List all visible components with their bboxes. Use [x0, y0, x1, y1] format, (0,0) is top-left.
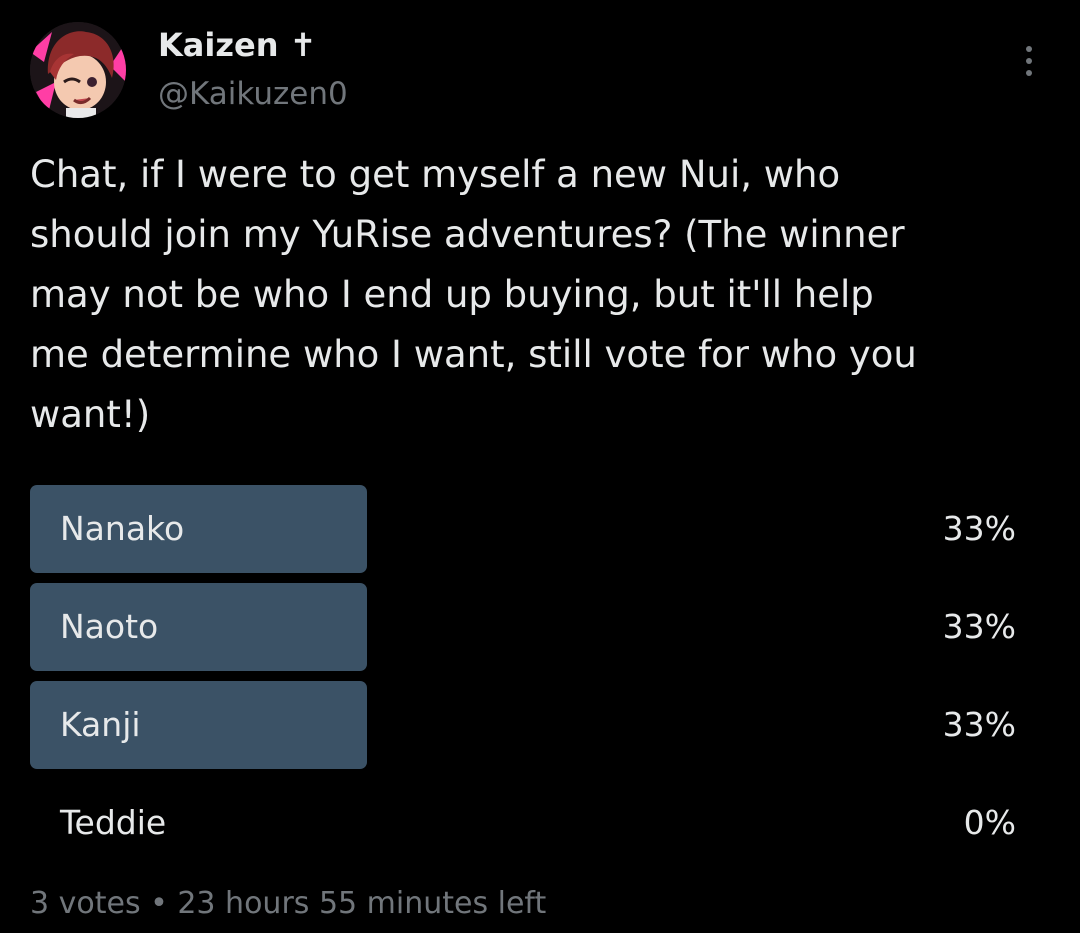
tweet-text: Chat, if I were to get myself a new Nui,…: [30, 153, 917, 436]
avatar[interactable]: [30, 22, 126, 118]
poll-option-percent: 0%: [963, 803, 1016, 842]
poll-option[interactable]: Kanji 33%: [30, 681, 1020, 769]
poll-footer: 3 votes • 23 hours 55 minutes left: [30, 886, 547, 921]
poll-option[interactable]: Teddie 0%: [30, 779, 1020, 867]
poll-option-percent: 33%: [942, 509, 1016, 548]
tweet: Kaizen ✝ @Kaikuzen0 Chat, if I were to g…: [0, 0, 1080, 933]
poll: Nanako 33% Naoto 33% Kanji 33% Teddie 0%: [30, 485, 1020, 877]
author-name[interactable]: Kaizen ✝: [158, 26, 316, 64]
poll-option-label: Teddie: [60, 803, 167, 842]
poll-option-percent: 33%: [942, 607, 1016, 646]
tweet-header: Kaizen ✝ @Kaikuzen0: [30, 22, 1050, 122]
avatar-image: [30, 22, 126, 118]
poll-option-label: Nanako: [60, 509, 185, 548]
poll-option-percent: 33%: [942, 705, 1016, 744]
poll-option-label: Kanji: [60, 705, 141, 744]
poll-option[interactable]: Naoto 33%: [30, 583, 1020, 671]
author-handle[interactable]: @Kaikuzen0: [158, 76, 348, 112]
more-vertical-icon[interactable]: [1022, 46, 1036, 86]
poll-option-label: Naoto: [60, 607, 159, 646]
poll-option[interactable]: Nanako 33%: [30, 485, 1020, 573]
